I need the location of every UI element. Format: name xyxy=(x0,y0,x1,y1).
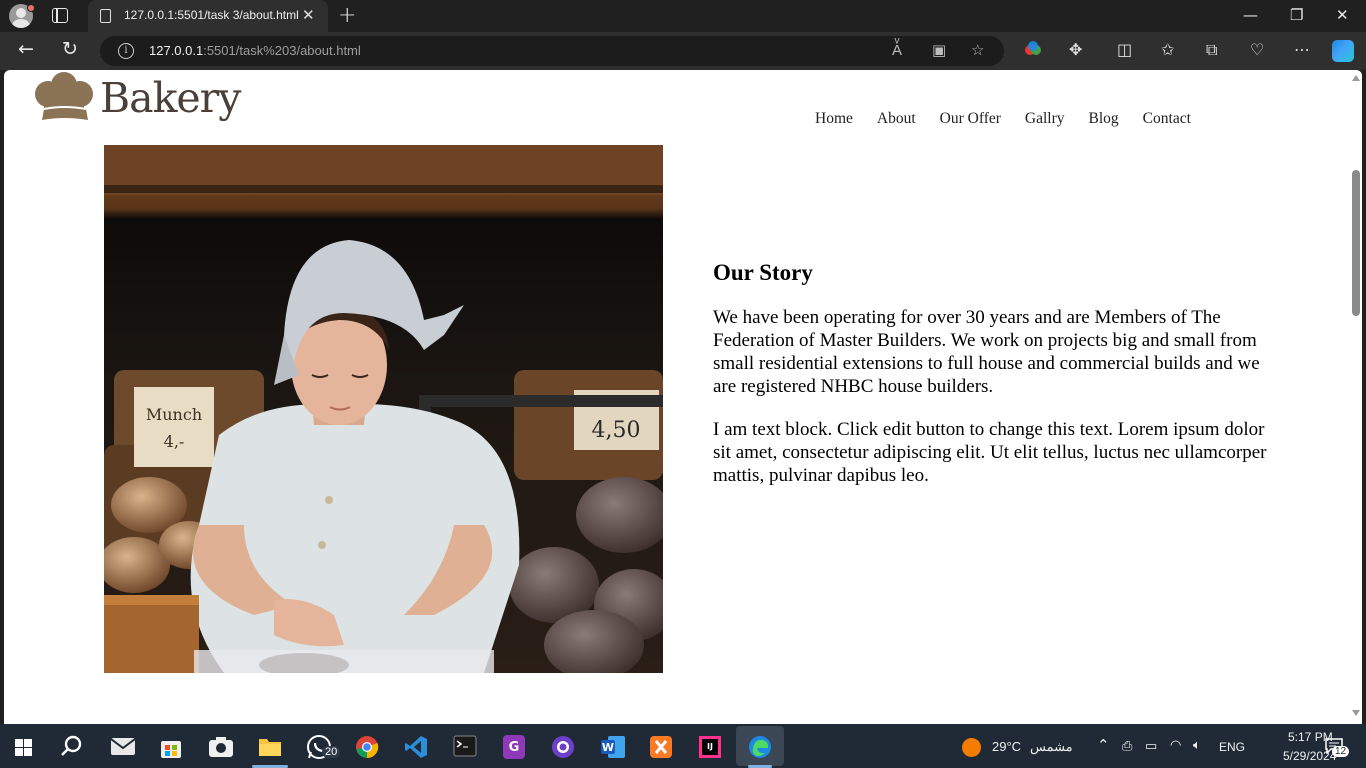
github-desktop-icon[interactable] xyxy=(551,735,575,759)
notification-count: 12 xyxy=(1332,746,1350,757)
read-aloud-icon[interactable]: Aͮ xyxy=(892,41,902,59)
intellij-icon[interactable]: IJ xyxy=(698,735,722,759)
nav-about[interactable]: About xyxy=(877,110,916,128)
word-icon[interactable]: W xyxy=(600,735,626,759)
site-info-icon[interactable]: i xyxy=(118,43,134,59)
wifi-icon[interactable]: ◠ xyxy=(1170,737,1181,753)
chef-hat-icon xyxy=(35,72,93,120)
page-viewport: Bakery Home About Our Offer Gallry Blog … xyxy=(4,70,1362,724)
nav-blog[interactable]: Blog xyxy=(1089,110,1119,128)
color-extension-icon[interactable] xyxy=(1024,40,1042,62)
extensions-icon[interactable]: ✥ xyxy=(1069,40,1082,59)
nav-home[interactable]: Home xyxy=(815,110,853,128)
microsoft-store-icon[interactable] xyxy=(159,735,183,759)
story-paragraph-2: I am text block. Click edit button to ch… xyxy=(713,419,1267,486)
weather-condition[interactable]: مشمس xyxy=(1030,739,1073,755)
hidden-icons-chevron-icon[interactable]: ⌃ xyxy=(1097,736,1110,754)
file-explorer-icon[interactable] xyxy=(258,736,282,758)
input-language[interactable]: ENG xyxy=(1219,740,1245,754)
refresh-icon[interactable]: ↻ xyxy=(62,38,78,60)
volume-icon[interactable]: 🔈︎ xyxy=(1193,737,1201,753)
nav-our-offer[interactable]: Our Offer xyxy=(940,110,1001,128)
nav-contact[interactable]: Contact xyxy=(1143,110,1191,128)
split-screen-icon[interactable]: ◫ xyxy=(1117,40,1132,59)
back-icon[interactable]: ← xyxy=(18,38,34,60)
minimize-icon[interactable]: — xyxy=(1243,6,1258,24)
story-heading: Our Story xyxy=(713,260,813,285)
page-scrollbar[interactable] xyxy=(1349,70,1362,724)
our-story-section: Our Story We have been operating for ove… xyxy=(713,260,1281,507)
tab-title: 127.0.0.1:5501/task 3/about.html xyxy=(124,8,299,22)
favorites-icon[interactable]: ✩ xyxy=(1161,40,1174,59)
vscode-icon[interactable] xyxy=(404,735,428,759)
browser-tab[interactable]: 127.0.0.1:5501/task 3/about.html ✕ xyxy=(88,0,328,32)
favorite-star-icon[interactable]: ☆ xyxy=(971,41,984,59)
address-bar[interactable]: i 127.0.0.1:5501/task%203/about.html Aͮ … xyxy=(100,36,1004,66)
collections-icon[interactable]: ⧉ xyxy=(1206,40,1217,60)
search-icon[interactable] xyxy=(61,735,83,757)
battery-icon[interactable]: ▭ xyxy=(1145,738,1157,754)
svg-text:W: W xyxy=(602,741,614,754)
chrome-icon[interactable] xyxy=(355,735,379,759)
immersive-reader-icon[interactable]: ▣ xyxy=(932,41,946,59)
terminal-icon[interactable] xyxy=(453,735,477,757)
baker-photo: Munch 4,- 4,50 xyxy=(104,145,663,673)
story-paragraph-1: We have been operating for over 30 years… xyxy=(713,307,1260,397)
edge-icon[interactable] xyxy=(748,735,772,759)
svg-text:Munch: Munch xyxy=(146,405,202,424)
copilot-icon[interactable] xyxy=(1332,40,1354,62)
scroll-down-icon[interactable] xyxy=(1352,710,1360,716)
windows-taskbar: 20 G W IJ 29°C مشمس ⌃ ⎙ ▭ ◠ 🔈︎ ENG 5:17 … xyxy=(0,724,1366,768)
tab-close-icon[interactable]: ✕ xyxy=(302,6,315,24)
weather-sun-icon[interactable] xyxy=(962,738,981,757)
svg-text:IJ: IJ xyxy=(707,742,713,751)
whatsapp-badge: 20 xyxy=(322,746,341,758)
svg-text:4,-: 4,- xyxy=(164,432,185,451)
windows-start-icon[interactable] xyxy=(15,739,32,756)
site-logo[interactable]: Bakery xyxy=(34,72,241,128)
scroll-up-icon[interactable] xyxy=(1352,75,1360,81)
svg-text:G: G xyxy=(509,740,520,755)
close-window-icon[interactable]: ✕ xyxy=(1336,6,1349,24)
svg-text:4,50: 4,50 xyxy=(592,418,641,443)
page-favicon-icon xyxy=(100,9,111,23)
camera-icon[interactable] xyxy=(208,736,234,758)
logo-text: Bakery xyxy=(100,74,241,122)
url-text[interactable]: 127.0.0.1:5501/task%203/about.html xyxy=(149,43,361,58)
new-tab-icon[interactable]: + xyxy=(338,3,356,28)
browser-titlebar: 127.0.0.1:5501/task 3/about.html ✕ + — ❐… xyxy=(0,0,1366,32)
restore-icon[interactable]: ❐ xyxy=(1290,6,1303,24)
camera-status-icon[interactable]: ⎙ xyxy=(1122,738,1132,754)
mail-icon[interactable] xyxy=(110,737,136,756)
weather-temp[interactable]: 29°C xyxy=(992,739,1021,754)
profile-notification-dot xyxy=(27,4,35,12)
tab-actions-icon[interactable] xyxy=(52,8,68,23)
nav-gallery[interactable]: Gallry xyxy=(1025,110,1065,128)
more-menu-icon[interactable]: ⋯ xyxy=(1294,40,1310,59)
xampp-icon[interactable] xyxy=(649,735,673,759)
scroll-thumb[interactable] xyxy=(1352,170,1360,316)
browser-toolbar: ← ↻ i 127.0.0.1:5501/task%203/about.html… xyxy=(0,32,1366,70)
site-nav: Home About Our Offer Gallry Blog Contact xyxy=(815,110,1215,128)
browser-essentials-icon[interactable]: ♡ xyxy=(1250,40,1264,59)
pdf-app-icon[interactable]: G xyxy=(502,734,526,760)
